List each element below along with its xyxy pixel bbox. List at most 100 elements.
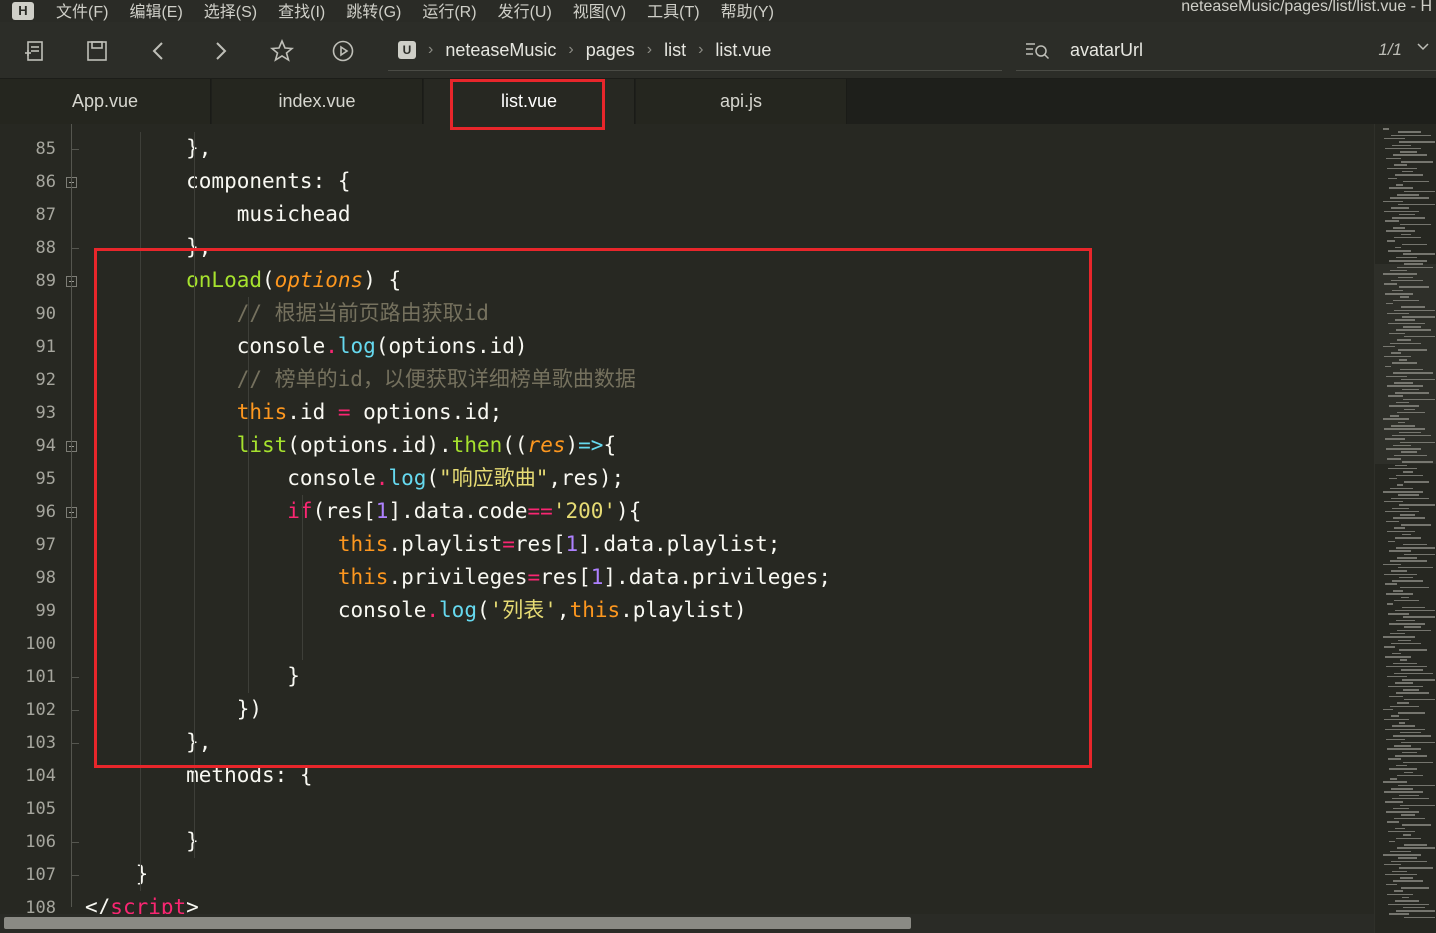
menu-item[interactable]: 运行(R) [422, 0, 476, 22]
forward-button[interactable] [207, 38, 233, 64]
code-editor[interactable]: 85 86 87 88 89 90 91 92 93 94 95 96 97 98 99 100 101 102 1… [0, 124, 1374, 914]
minimap-line [1397, 557, 1417, 559]
code-token: ,res); [548, 466, 625, 490]
menu-item[interactable]: 视图(V) [573, 0, 626, 22]
code-token: '列表' [489, 598, 557, 622]
menu-item[interactable]: 跳转(G) [346, 0, 401, 22]
code-line[interactable]: } [85, 858, 149, 891]
minimap-line [1397, 266, 1433, 269]
minimap-line [1393, 662, 1417, 665]
minimap-line [1388, 540, 1395, 542]
code-token: list [85, 433, 288, 457]
window-title: neteaseMusic/pages/list/list.vue - H [1181, 0, 1432, 15]
minimap-line [1383, 491, 1423, 493]
minimap-line [1394, 599, 1419, 602]
tab-api-js[interactable]: api.js [636, 79, 847, 124]
minimap-line [1388, 830, 1415, 833]
minimap-line [1393, 154, 1427, 156]
app-logo[interactable]: H [12, 2, 34, 20]
minimap-line [1383, 273, 1417, 275]
minimap[interactable] [1374, 124, 1436, 933]
code-line[interactable]: musichead [85, 198, 351, 231]
minimap-line [1384, 137, 1405, 140]
code-line[interactable]: // 榜单的id，以便获取详细榜单歌曲数据 [85, 363, 636, 396]
code-line[interactable]: this.id = options.id; [85, 396, 503, 429]
code-line[interactable]: }, [85, 231, 211, 264]
minimap-line [1386, 157, 1401, 160]
minimap-line [1402, 896, 1409, 899]
horizontal-scrollbar[interactable] [0, 914, 1374, 933]
code-line[interactable]: // 根据当前页路由获取id [85, 297, 489, 330]
code-line[interactable]: if(res[1].data.code=='200'){ [85, 495, 641, 528]
search-input[interactable]: avatarUrl 1/1 [1016, 30, 1436, 71]
minimap-line [1387, 240, 1395, 242]
code-line[interactable]: </script> [85, 891, 199, 914]
code-line[interactable]: } [85, 825, 199, 858]
code-line[interactable]: components: { [85, 165, 350, 198]
minimap-line [1395, 319, 1415, 321]
minimap-line [1404, 335, 1435, 338]
minimap-line [1383, 708, 1393, 711]
tab-index-vue[interactable]: index.vue [212, 79, 423, 124]
menu-item[interactable]: 编辑(E) [129, 0, 182, 22]
minimap-line [1393, 372, 1433, 374]
menu-item[interactable]: 发行(U) [498, 0, 552, 22]
save-button[interactable] [84, 38, 110, 64]
run-button[interactable] [330, 38, 356, 64]
minimap-line [1394, 527, 1405, 529]
minimap-line [1390, 415, 1399, 417]
favorite-button[interactable] [269, 38, 295, 64]
menu-item[interactable]: 帮助(Y) [721, 0, 774, 22]
minimap-line [1400, 368, 1423, 371]
code-line[interactable]: console.log('列表',this.playlist) [85, 594, 747, 627]
minimap-line [1397, 629, 1431, 632]
code-line[interactable]: methods: { [85, 759, 312, 792]
tab-app-vue[interactable]: App.vue [0, 79, 211, 124]
code-line[interactable]: }, [85, 726, 211, 759]
code-token: </ [85, 895, 111, 914]
code-line[interactable]: }, [85, 132, 211, 165]
minimap-line [1402, 533, 1411, 536]
code-token: } [85, 664, 300, 688]
code-token: log [439, 598, 477, 622]
minimap-line [1402, 170, 1413, 173]
menu-item[interactable]: 工具(T) [647, 0, 699, 22]
code-token: then [451, 433, 503, 457]
breadcrumb-list[interactable]: list [664, 40, 686, 61]
line-number: 93 [35, 403, 56, 423]
code-line[interactable]: onLoad(options) { [85, 264, 401, 297]
minimap-line [1400, 441, 1435, 443]
minimap-line [1396, 692, 1429, 694]
code-line[interactable]: console.log("响应歌曲",res); [85, 462, 624, 495]
menu-item[interactable]: 文件(F) [56, 0, 108, 22]
code-line[interactable]: this.privileges=res[1].data.privileges; [85, 561, 831, 594]
code-token: // 榜单的id，以便获取详细榜单歌曲数据 [85, 367, 636, 391]
minimap-line [1395, 900, 1419, 902]
code-line[interactable]: this.playlist=res[1].data.playlist; [85, 528, 781, 561]
code-line[interactable]: } [85, 660, 300, 693]
scrollbar-thumb[interactable] [4, 917, 911, 929]
menu-item[interactable]: 选择(S) [204, 0, 257, 22]
code-token: ){ [616, 499, 642, 523]
code-line[interactable]: }) [85, 693, 262, 726]
minimap-line [1391, 279, 1423, 282]
line-number: 96 [35, 502, 56, 522]
menu-bar: H 文件(F) 编辑(E) 选择(S) 查找(I) 跳转(G) 运行(R) 发行(U) 视图(… [0, 0, 1436, 22]
line-number: 97 [35, 535, 56, 555]
code-line[interactable]: list(options.id).then((res)=>{ [85, 429, 616, 462]
back-button[interactable] [146, 38, 172, 64]
new-file-button[interactable] [22, 38, 48, 64]
breadcrumb-file[interactable]: list.vue [715, 40, 771, 61]
minimap-line [1388, 467, 1417, 470]
chevron-down-icon[interactable] [1416, 40, 1430, 54]
indent-guide [248, 297, 249, 693]
minimap-line [1386, 665, 1427, 668]
line-number: 105 [25, 799, 56, 819]
breadcrumb-project[interactable]: neteaseMusic [445, 40, 556, 61]
minimap-line [1397, 339, 1411, 341]
breadcrumb-pages[interactable]: pages [586, 40, 635, 61]
code-line[interactable]: console.log(options.id) [85, 330, 528, 363]
minimap-line [1392, 652, 1401, 655]
tab-list-vue[interactable]: list.vue [424, 79, 635, 124]
menu-item[interactable]: 查找(I) [278, 0, 325, 22]
